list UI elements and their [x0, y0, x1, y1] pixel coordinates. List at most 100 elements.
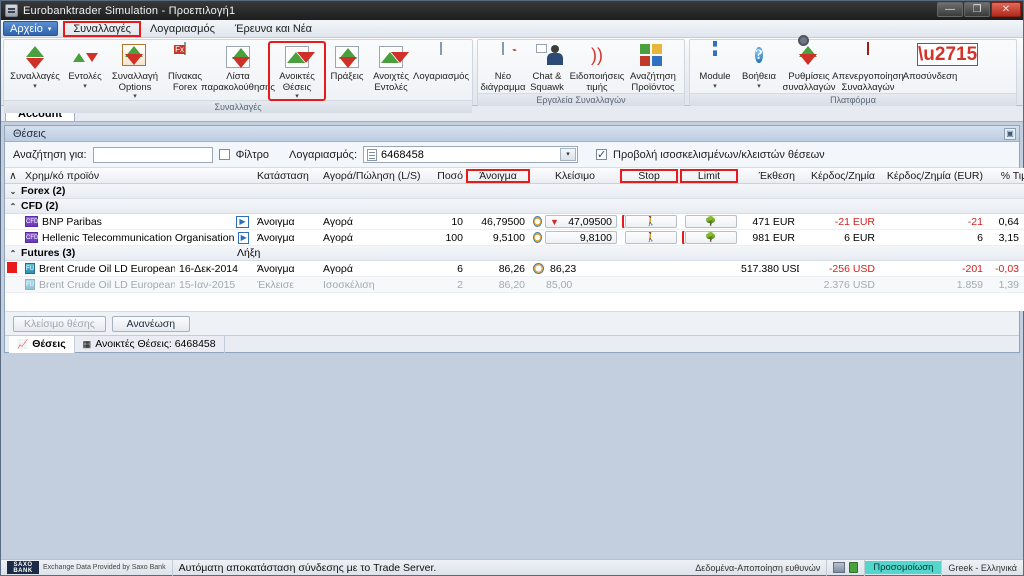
limit-order-button[interactable]: 🌳 [685, 215, 737, 228]
column-header-limit[interactable]: Limit [680, 168, 738, 183]
show-netted-checkbox[interactable] [596, 148, 608, 161]
column-header-open[interactable]: Άνοιγμα [466, 168, 530, 183]
open-chart-icon[interactable]: ▶ [238, 231, 249, 244]
filter-checkbox[interactable] [218, 149, 230, 160]
table-row[interactable]: CFD Hellenic Telecommunication Organisat… [5, 230, 1024, 246]
ribbon-button-new-chart[interactable]: Νέο διάγραμμα [481, 42, 526, 93]
table-row[interactable]: CFD BNP Paribas ▶ Άνοιγμα Αγορά 10 46,79… [5, 214, 1024, 230]
disable-trading-icon [855, 42, 881, 70]
ribbon-button-open-orders[interactable]: Ανοιχτές Εντολές [369, 42, 413, 93]
position-close-price: 9,8100 [579, 231, 612, 244]
chevron-down-icon[interactable]: ⌄ [5, 187, 21, 196]
ribbon-group-trading-title: Συναλλαγές [4, 100, 472, 113]
column-header-close[interactable]: Κλείσιμο [529, 170, 621, 182]
ribbon-button-account[interactable]: Λογαριασμός [413, 42, 469, 92]
menu-item-trading[interactable]: Συναλλαγές [63, 20, 141, 37]
window-title: Eurobanktrader Simulation - Προεπιλογή1 [23, 4, 236, 17]
column-header-stop[interactable]: Stop [620, 168, 678, 183]
menu-item-account[interactable]: Λογαριασμός [140, 22, 225, 36]
position-pl: -21 EUR [834, 215, 875, 228]
ribbon-button-trade-settings[interactable]: Ρυθμίσεις συναλλαγών [781, 35, 837, 93]
ribbon-button-orders[interactable]: Εντολές ▾ [63, 42, 107, 92]
position-close-price-box[interactable]: 9,8100 [545, 231, 617, 244]
account-select[interactable]: 6468458 ▾ [363, 146, 579, 163]
chevron-down-icon[interactable]: ▾ [560, 148, 577, 161]
search-input[interactable] [92, 146, 213, 163]
trade-updown-icon [22, 44, 48, 70]
ribbon-button-trade-settings-label: Ρυθμίσεις συναλλαγών [782, 71, 836, 93]
column-header-sort[interactable]: ∧ [5, 170, 21, 182]
position-status: Έκλεισε [257, 278, 294, 291]
panel-tab-positions[interactable]: 📈 Θέσεις [9, 335, 75, 353]
data-disclaimer-link[interactable]: Δεδομένα-Αποποίηση ευθυνών [689, 559, 828, 576]
column-header-pl-eur[interactable]: Κέρδος/Ζημία (EUR) [879, 170, 987, 182]
column-header-side[interactable]: Αγορά/Πώληση (L/S) [319, 170, 425, 182]
orders-updown-icon [72, 44, 98, 70]
maximize-button[interactable]: ❐ [964, 2, 990, 17]
position-status: Άνοιγμα [257, 262, 295, 275]
open-chart-icon[interactable]: ▶ [236, 215, 249, 228]
account-select-value: 6468458 [381, 148, 424, 161]
column-header-pl[interactable]: Κέρδος/Ζημία [799, 170, 879, 182]
ribbon-button-trades[interactable]: Συναλλαγές ▾ [7, 42, 63, 92]
group-row-futures[interactable]: ⌃ Futures (3) Λήξη [5, 246, 1024, 261]
position-exposure: 981 EUR [752, 231, 795, 244]
ribbon-button-logout[interactable]: \u2715 Αποσύνδεση [899, 42, 979, 92]
table-row[interactable]: FU Brent Crude Oil LD European - Feb 201… [5, 277, 1024, 293]
status-message: Αυτόματη αποκατάσταση σύνδεσης με το Tra… [178, 561, 437, 574]
fx-table-icon [172, 42, 198, 70]
ribbon-button-options-trading[interactable]: Συναλλαγή Options ▾ [107, 42, 163, 100]
menu-item-research-news[interactable]: Έρευνα και Νέα [225, 22, 322, 36]
network-icon[interactable] [833, 562, 846, 573]
window-controls: — ❐ ✕ [937, 2, 1021, 17]
futures-badge-icon: FU [25, 263, 35, 274]
ribbon-button-price-alerts[interactable]: )) Ειδοποιήσεις τιμής [569, 42, 625, 93]
chevron-up-icon[interactable]: ⌃ [5, 202, 21, 211]
ribbon-button-chat-squawk[interactable]: Chat & Squawk [525, 42, 569, 93]
chevron-up-icon[interactable]: ⌃ [5, 249, 21, 258]
table-row[interactable]: FU Brent Crude Oil LD European - Jan 201… [5, 261, 1024, 277]
ribbon-button-product-search[interactable]: Αναζήτηση Προϊόντος [625, 42, 681, 93]
stop-order-button[interactable]: 🚶 [625, 231, 677, 244]
chevron-down-icon: ▾ [757, 82, 761, 90]
positions-panel: Θέσεις ▣ Αναζήτηση για: Φίλτρο Λογαριασμ… [4, 125, 1024, 353]
menu-file-button[interactable]: Αρχείο ▾ [3, 21, 59, 36]
position-pl-eur: -21 [967, 215, 983, 228]
ribbon-button-help[interactable]: ? Βοήθεια ▾ [737, 42, 781, 92]
stop-order-button[interactable]: 🚶 [622, 215, 677, 228]
refresh-button[interactable]: Ανανέωση [111, 315, 190, 332]
ribbon-button-disable-trading[interactable]: Απενεργοποίηση Συναλλαγών [832, 42, 904, 93]
watchlist-icon [225, 44, 251, 70]
ribbon-button-deals[interactable]: Πράξεις [325, 42, 369, 92]
close-position-button[interactable]: Κλείσιμο θέσης [13, 315, 106, 332]
position-expiry: 16-Δεκ-2014 [179, 262, 238, 275]
ribbon-button-module[interactable]: Module ▾ [693, 41, 737, 92]
ribbon-button-price-alerts-label: Ειδοποιήσεις τιμής [569, 71, 625, 93]
cfd-badge-icon: CFD [25, 232, 38, 243]
ribbon-button-watchlist[interactable]: Λίστα παρακολούθησης [201, 42, 275, 93]
column-header-pct[interactable]: % Τιμή [987, 170, 1024, 182]
language-indicator[interactable]: Greek - Ελληνικά [942, 560, 1023, 576]
cfd-badge-icon: CFD [25, 216, 38, 227]
positions-filter-bar: Αναζήτηση για: Φίλτρο Λογαριασμός: 64684… [5, 142, 1019, 168]
column-header-status[interactable]: Κατάσταση [253, 170, 319, 182]
column-header-amount[interactable]: Ποσό [425, 170, 467, 182]
column-header-exposure[interactable]: Έκθεση [737, 170, 799, 182]
position-side: Ισοσκέλιση [323, 278, 375, 291]
lock-icon[interactable] [849, 562, 859, 573]
panel-restore-icon[interactable]: ▣ [1004, 128, 1016, 140]
limit-order-button[interactable]: 🌳 [682, 231, 737, 244]
status-badge: Προσομοίωση [865, 561, 942, 574]
positions-panel-header: Θέσεις ▣ [5, 126, 1019, 142]
panel-tab-open-positions[interactable]: ▦ Ανοικτές Θέσεις: 6468458 [75, 335, 225, 353]
ribbon-button-orders-label: Εντολές [68, 71, 102, 82]
menu-file-label: Αρχείο [10, 22, 43, 35]
minimize-button[interactable]: — [937, 2, 963, 17]
instrument-name: BNP Paribas [42, 215, 102, 228]
ribbon-button-open-positions[interactable]: Ανοικτές Θέσεις ▾ [268, 41, 326, 101]
group-row-cfd[interactable]: ⌃ CFD (2) [5, 199, 1024, 214]
close-button[interactable]: ✕ [991, 2, 1021, 17]
position-close-price-box[interactable]: ▼ 47,09500 [545, 215, 617, 228]
group-row-forex[interactable]: ⌄ Forex (2) [5, 184, 1024, 199]
column-header-instrument[interactable]: Χρημ/κό προϊόν [21, 170, 253, 182]
